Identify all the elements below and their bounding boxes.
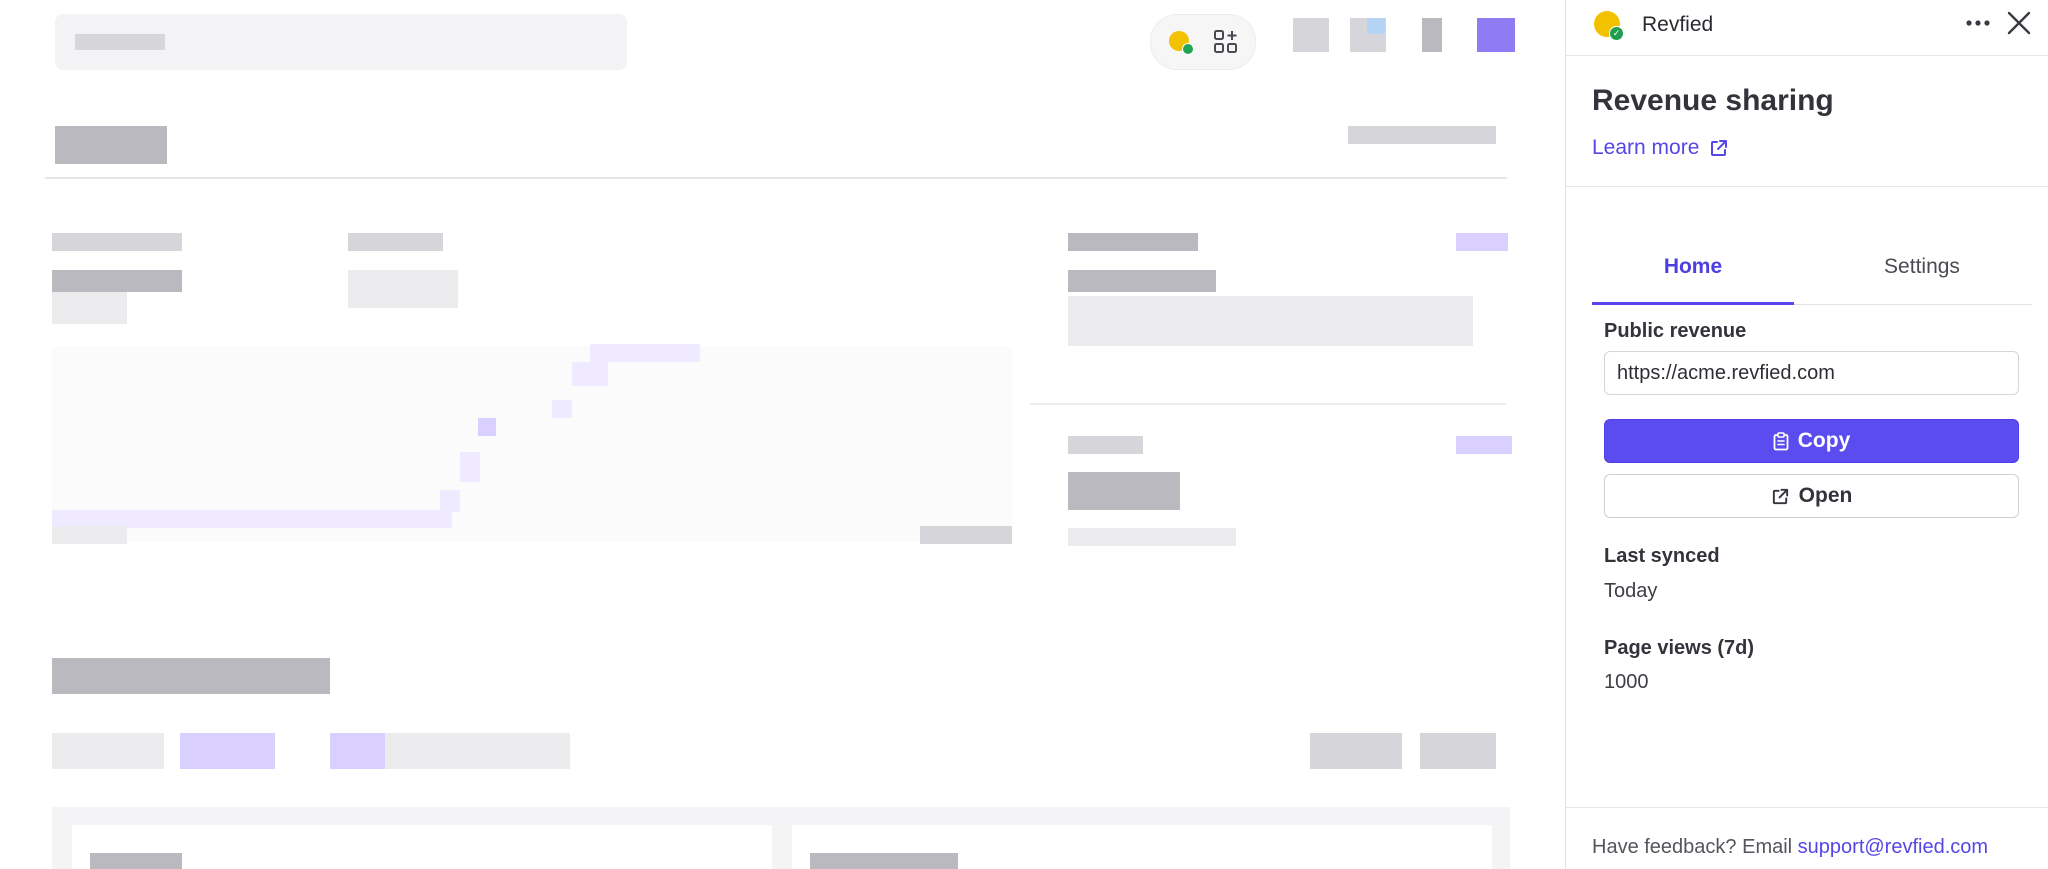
blurred-filter xyxy=(330,733,385,769)
app-name: Revfied xyxy=(1642,13,1714,36)
divider xyxy=(1566,186,2048,187)
last-synced-label: Last synced xyxy=(1604,545,1720,567)
page-views-value: 1000 xyxy=(1604,671,1649,693)
open-button[interactable]: Open xyxy=(1604,474,2019,518)
tab-settings[interactable]: Settings xyxy=(1812,230,2032,304)
extension-pill[interactable] xyxy=(1150,14,1256,70)
blurred-chart-line xyxy=(478,418,496,436)
blurred-link xyxy=(1456,233,1508,251)
blurred-section-title xyxy=(52,658,330,694)
tab-home[interactable]: Home xyxy=(1592,230,1794,305)
blurred-button xyxy=(1420,733,1496,769)
blurred-icon xyxy=(1422,18,1442,52)
blurred-avatar xyxy=(1477,18,1515,52)
revfied-coin-icon: ✓ xyxy=(1594,11,1624,41)
blurred-heading xyxy=(55,126,167,164)
divider xyxy=(1566,807,2048,808)
revenue-sharing-panel: ✓ Revfied Revenue sharing Learn more Hom… xyxy=(1565,0,2048,869)
page-views-label: Page views (7d) xyxy=(1604,637,1755,659)
blurred-text xyxy=(1068,296,1473,346)
close-icon[interactable] xyxy=(2006,10,2032,36)
blurred-card-title xyxy=(90,853,182,869)
learn-more-label: Learn more xyxy=(1592,136,1700,159)
blurred-divider xyxy=(45,177,1507,179)
blurred-label xyxy=(1068,436,1143,454)
blurred-filter xyxy=(385,733,570,769)
blurred-label xyxy=(348,233,443,251)
blurred-value xyxy=(52,292,127,324)
blurred-filter xyxy=(52,733,164,769)
external-link-icon xyxy=(1711,140,1728,156)
panel-header: ✓ Revfied xyxy=(1566,0,2048,56)
blurred-chart-line xyxy=(572,362,608,386)
external-link-icon xyxy=(1772,488,1788,504)
open-button-label: Open xyxy=(1798,484,1853,507)
blurred-axis-label xyxy=(52,526,127,544)
blurred-axis-label xyxy=(920,526,1012,544)
panel-tabs: Home Settings xyxy=(1592,230,2032,305)
learn-more-link[interactable]: Learn more xyxy=(1592,136,1729,160)
blurred-divider xyxy=(1030,403,1506,405)
blurred-chart-line xyxy=(440,490,460,512)
blurred-button xyxy=(1310,733,1402,769)
public-revenue-label: Public revenue xyxy=(1604,320,1747,342)
blurred-value xyxy=(52,270,182,292)
blurred-chart-line xyxy=(460,452,480,482)
blurred-filter xyxy=(180,733,275,769)
feedback-footer: Have feedback? Email support@revfied.com xyxy=(1592,836,1988,859)
blurred-link xyxy=(1456,436,1512,454)
public-revenue-url-field[interactable] xyxy=(1604,351,2019,395)
last-synced-value: Today xyxy=(1604,580,1658,602)
blurred-chart-line xyxy=(552,400,572,418)
feedback-text: Have feedback? Email xyxy=(1592,836,1793,858)
add-apps-icon[interactable] xyxy=(1213,29,1239,55)
blurred-icon xyxy=(1293,18,1329,52)
blurred-button xyxy=(1348,126,1496,144)
blurred-value xyxy=(1068,472,1180,510)
panel-title: Revenue sharing xyxy=(1592,84,1834,117)
background-app-blurred xyxy=(0,0,1566,869)
blurred-label xyxy=(1068,233,1198,251)
more-horizontal-icon[interactable] xyxy=(1963,12,1993,34)
blurred-chart-line xyxy=(590,344,700,362)
check-badge-icon xyxy=(1182,43,1194,55)
support-email-link[interactable]: support@revfied.com xyxy=(1798,836,1988,858)
blurred-value xyxy=(348,270,458,308)
blurred-value xyxy=(1068,270,1216,292)
copy-button[interactable]: Copy xyxy=(1604,419,2019,463)
copy-button-label: Copy xyxy=(1797,429,1851,452)
blurred-text xyxy=(1068,528,1236,546)
blurred-label xyxy=(52,233,182,251)
blurred-block xyxy=(75,34,165,50)
blurred-card-title xyxy=(810,853,958,869)
blurred-icon xyxy=(1367,18,1385,34)
clipboard-icon xyxy=(1773,431,1789,450)
